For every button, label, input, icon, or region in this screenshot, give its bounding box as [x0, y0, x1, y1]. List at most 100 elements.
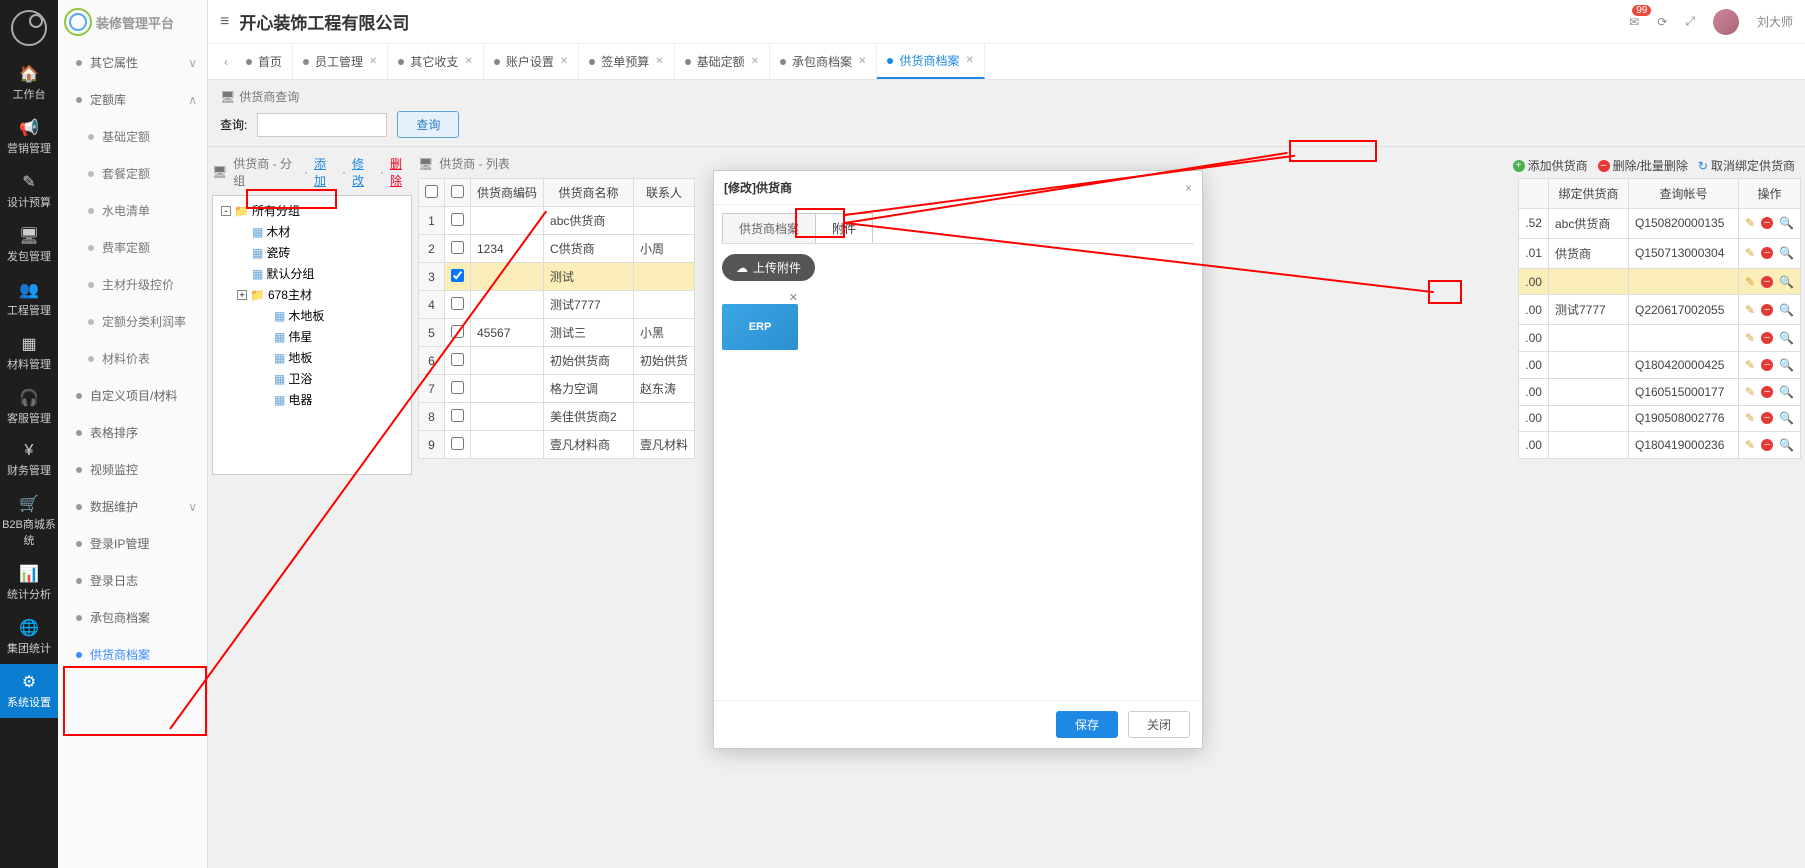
menu-费率定额[interactable]: 费率定额	[58, 229, 207, 266]
menu-其它属性[interactable]: 其它属性∨	[58, 44, 207, 81]
tree-mod-link[interactable]: 修改	[352, 155, 374, 189]
modal-tab-archive[interactable]: 供货商档案	[722, 213, 816, 243]
table-row[interactable]: .00✎–🔍	[1519, 325, 1801, 352]
fullscreen-icon[interactable]: ⤢	[1685, 14, 1695, 29]
search-icon[interactable]: 🔍	[1779, 358, 1794, 372]
edit-icon[interactable]: ✎	[1745, 438, 1755, 452]
table-row[interactable]: .01供货商Q150713000304✎–🔍	[1519, 238, 1801, 268]
tab-签单预算[interactable]: 签单预算✕	[579, 44, 674, 79]
delete-icon[interactable]: –	[1761, 439, 1773, 451]
modal-tab-attachment[interactable]: 附件	[815, 213, 873, 243]
edit-icon[interactable]: ✎	[1745, 358, 1755, 372]
table-row[interactable]: 9壹凡材料商壹凡材料	[419, 431, 695, 459]
row-checkbox[interactable]	[451, 437, 464, 450]
close-icon[interactable]: ✕	[858, 56, 866, 67]
table-row[interactable]: 7格力空调赵东涛	[419, 375, 695, 403]
search-icon[interactable]: 🔍	[1779, 303, 1794, 317]
tab-其它收支[interactable]: 其它收支✕	[388, 44, 483, 79]
select-all-checkbox[interactable]	[451, 185, 464, 198]
avatar[interactable]	[1713, 9, 1739, 35]
nav-工作台[interactable]: 🏠工作台	[0, 56, 58, 110]
edit-icon[interactable]: ✎	[1745, 246, 1755, 260]
close-icon[interactable]: ✕	[369, 56, 377, 67]
tab-基础定额[interactable]: 基础定额✕	[675, 44, 770, 79]
delete-icon[interactable]: –	[1761, 304, 1773, 316]
table-row[interactable]: 3测试	[419, 263, 695, 291]
search-icon[interactable]: 🔍	[1779, 275, 1794, 289]
search-icon[interactable]: 🔍	[1779, 246, 1794, 260]
edit-icon[interactable]: ✎	[1745, 385, 1755, 399]
menu-基础定额[interactable]: 基础定额	[58, 118, 207, 155]
tree-node[interactable]: ▦电器	[215, 389, 409, 410]
menu-套餐定额[interactable]: 套餐定额	[58, 155, 207, 192]
tree-node[interactable]: ▦木地板	[215, 305, 409, 326]
delete-button[interactable]: –删除/批量删除	[1598, 157, 1688, 174]
delete-icon[interactable]: –	[1761, 332, 1773, 344]
refresh-icon[interactable]: ⟳	[1657, 15, 1667, 29]
add-supplier-button[interactable]: +添加供货商	[1513, 157, 1588, 174]
query-button[interactable]: 查询	[397, 111, 459, 138]
query-input[interactable]	[257, 113, 387, 137]
close-icon[interactable]: ✕	[965, 55, 973, 66]
edit-icon[interactable]: ✎	[1745, 216, 1755, 230]
row-checkbox[interactable]	[451, 269, 464, 282]
tree-node[interactable]: ▦卫浴	[215, 368, 409, 389]
table-row[interactable]: .00测试7777Q220617002055✎–🔍	[1519, 295, 1801, 325]
search-icon[interactable]: 🔍	[1779, 385, 1794, 399]
nav-B2B商城系统[interactable]: 🛒B2B商城系统	[0, 486, 58, 556]
tab-承包商档案[interactable]: 承包商档案✕	[770, 44, 877, 79]
row-checkbox[interactable]	[451, 409, 464, 422]
table-row[interactable]: 545567测试三小黑	[419, 319, 695, 347]
menu-数据维护[interactable]: 数据维护∨	[58, 488, 207, 525]
search-icon[interactable]: 🔍	[1779, 216, 1794, 230]
close-icon[interactable]: ×	[1185, 181, 1192, 195]
expand-icon[interactable]: +	[237, 290, 247, 300]
tabs-prev-icon[interactable]: ‹	[216, 55, 236, 69]
nav-客服管理[interactable]: 🎧客服管理	[0, 380, 58, 434]
menu-登录日志[interactable]: 登录日志	[58, 562, 207, 599]
table-row[interactable]: .00✎–🔍	[1519, 268, 1801, 295]
row-checkbox[interactable]	[451, 297, 464, 310]
nav-统计分析[interactable]: 📊统计分析	[0, 556, 58, 610]
nav-材料管理[interactable]: ▦材料管理	[0, 326, 58, 380]
table-row[interactable]: .52abc供货商Q150820000135✎–🔍	[1519, 208, 1801, 238]
tree-add-link[interactable]: 添加	[314, 155, 336, 189]
table-row[interactable]: .00Q180420000425✎–🔍	[1519, 352, 1801, 379]
menu-定额库[interactable]: 定额库∧	[58, 81, 207, 118]
menu-自定义项目/材料[interactable]: 自定义项目/材料	[58, 377, 207, 414]
table-row[interactable]: 21234C供货商小周	[419, 235, 695, 263]
row-checkbox[interactable]	[451, 241, 464, 254]
delete-icon[interactable]: –	[1761, 276, 1773, 288]
tree-node[interactable]: ▦地板	[215, 347, 409, 368]
nav-集团统计[interactable]: 🌐集团统计	[0, 610, 58, 664]
nav-营销管理[interactable]: 📢营销管理	[0, 110, 58, 164]
close-icon[interactable]: ✕	[751, 56, 759, 67]
menu-视频监控[interactable]: 视频监控	[58, 451, 207, 488]
menu-定额分类利润率[interactable]: 定额分类利润率	[58, 303, 207, 340]
tree-node[interactable]: ▦默认分组	[215, 263, 409, 284]
close-icon[interactable]: ✕	[655, 56, 663, 67]
table-row[interactable]: .00Q190508002776✎–🔍	[1519, 405, 1801, 432]
edit-icon[interactable]: ✎	[1745, 303, 1755, 317]
collapse-icon[interactable]: -	[221, 206, 231, 216]
save-button[interactable]: 保存	[1056, 711, 1118, 738]
search-icon[interactable]: 🔍	[1779, 438, 1794, 452]
tree-node[interactable]: +📁678主材	[215, 284, 409, 305]
remove-attachment-icon[interactable]: ✕	[722, 291, 798, 304]
tree-node[interactable]: ▦木材	[215, 221, 409, 242]
row-checkbox[interactable]	[451, 213, 464, 226]
tree-node[interactable]: ▦瓷砖	[215, 242, 409, 263]
edit-icon[interactable]: ✎	[1745, 331, 1755, 345]
tab-首页[interactable]: 首页	[236, 44, 293, 79]
tab-供货商档案[interactable]: 供货商档案✕	[877, 44, 984, 79]
search-icon[interactable]: 🔍	[1779, 331, 1794, 345]
nav-发包管理[interactable]: 🖥发包管理	[0, 218, 58, 272]
delete-icon[interactable]: –	[1761, 359, 1773, 371]
unbind-button[interactable]: ↻取消绑定供货商	[1698, 157, 1795, 174]
delete-icon[interactable]: –	[1761, 217, 1773, 229]
notif-icon[interactable]: ✉99	[1629, 15, 1639, 29]
close-button[interactable]: 关闭	[1128, 711, 1190, 738]
menu-水电清单[interactable]: 水电清单	[58, 192, 207, 229]
menu-承包商档案[interactable]: 承包商档案	[58, 599, 207, 636]
hamburger-icon[interactable]: ≡	[220, 13, 229, 31]
